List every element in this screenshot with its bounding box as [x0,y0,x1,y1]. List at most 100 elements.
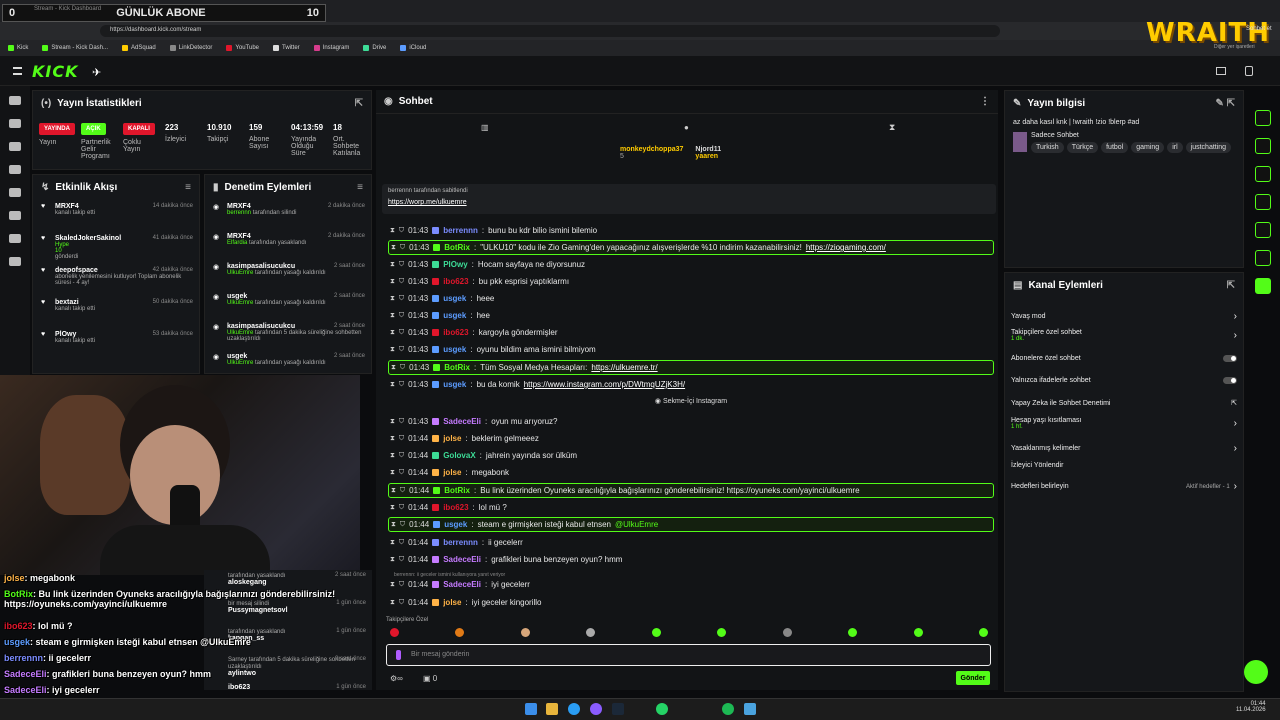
popout-icon[interactable]: ⇱ [1227,280,1235,291]
hourglass-icon[interactable]: ⧗ [390,312,395,320]
send-button[interactable]: Gönder [956,671,990,685]
message-user[interactable]: SadeceEli [443,417,481,426]
emote-icon[interactable] [913,628,923,637]
bookmark-adsquad[interactable]: AdSquad [122,45,156,51]
message-user[interactable]: usgek [443,345,466,354]
hourglass-icon[interactable]: ⧗ [390,452,395,460]
hourglass-icon[interactable]: ⧗ [391,487,396,495]
mic-icon[interactable] [396,650,401,660]
emote-icon[interactable] [782,628,792,637]
arrows-icon[interactable] [1255,194,1271,210]
chat-message[interactable]: ⧗ ⛉ 01:44 BotRix: Bu link üzerinden Oyuneks … [388,483,994,498]
bookmark-stream[interactable]: Stream - Kick Dash... [42,45,108,51]
activity-user[interactable]: PlOwy [55,331,76,338]
trash-icon[interactable]: ▥ [481,123,489,132]
moderation-item[interactable]: ◉ usgek 2 saat önce UlkuEmre tarafından yas… [213,353,365,373]
bookmark-twitter[interactable]: Twitter [273,45,300,51]
action-control[interactable] [1223,377,1237,384]
message-user[interactable]: ibo623 [443,503,468,512]
chat-message[interactable]: ⧗ ⛉ 01:43 ibo623: kargoyla göndermişler [388,325,994,340]
emote-icon[interactable] [978,628,988,637]
message-mention[interactable]: @UlkuEmre [615,520,658,529]
kick-logo[interactable]: KICK [32,62,79,81]
bookmark-linkdetector[interactable]: LinkDetector [169,45,212,51]
chat-message[interactable]: ⧗ ⛉ 01:44 jolse: beklerim gelmeeez [388,431,994,446]
moderation-user[interactable]: usgek [227,353,247,360]
hourglass-icon[interactable]: ⧗ [390,329,395,337]
hourglass-icon[interactable]: ⧗ [390,469,395,477]
channel-action[interactable]: Abonelere özel sohbet [1011,355,1237,362]
message-link[interactable]: https://ziogaming.com/ [806,243,886,252]
edit-icon[interactable]: ✎ ⇱ [1215,98,1235,109]
action-control[interactable]: › [1234,418,1237,429]
bookmark-youtube[interactable]: YouTube [226,45,259,51]
chat-message[interactable]: ⧗ ⛉ 01:43 usgek: oyunu bildim ama ismini bil… [388,342,994,357]
message-user[interactable]: jolse [443,598,461,607]
channel-action[interactable]: Yavaş mod › [1011,311,1237,322]
moderation-item[interactable]: ◉ kasimpasalisucukcu 2 saat önce UlkuEmre t… [213,323,365,347]
hourglass-icon[interactable]: ⧗ [390,295,395,303]
message-link[interactable]: https://ulkuemre.tr/ [591,363,657,372]
hourglass-icon[interactable]: ⧗ [390,504,395,512]
hourglass-icon[interactable]: ⧗ [390,346,395,354]
card-icon[interactable] [1255,138,1271,154]
edge-icon[interactable] [568,703,580,715]
message-user[interactable]: ibo623 [443,328,468,337]
moderation-item[interactable]: ◉ kasimpasalisucukcu 2 saat önce UlkuEmre t… [213,263,365,287]
emote-icon[interactable] [717,628,727,637]
stream-tag[interactable]: gaming [1131,142,1165,153]
chevron-right-icon[interactable]: › [1234,330,1237,341]
hourglass-icon[interactable]: ⧗ [391,364,396,372]
side-text-2[interactable]: Diğer yer işaretleri [1214,44,1255,50]
message-user[interactable]: ibo623 [443,277,468,286]
nav-chart-icon[interactable] [9,188,21,197]
message-user[interactable]: jolse [443,434,461,443]
spotify-icon[interactable] [722,703,734,715]
message-user[interactable]: PlOwy [443,260,467,269]
chat-message[interactable]: ⧗ ⛉ 01:44 berrennn: ii gecelerr [388,535,994,550]
moderation-item[interactable]: ◉ usgek 2 saat önce UlkuEmre tarafından yas… [213,293,365,317]
filter-icon[interactable]: ≡ [357,182,363,193]
message-user[interactable]: usgek [443,311,466,320]
chevron-right-icon[interactable]: › [1234,443,1237,454]
message-user[interactable]: jolse [443,468,461,477]
activity-item[interactable]: ♥ MRXF4 14 dakika önce kanalı takip etti [41,203,193,229]
message-user[interactable]: BotRix [444,486,470,495]
moderation-item[interactable]: ◉ MRXF4 2 dakika önce berrennn tarafından s… [213,203,365,227]
chat-message[interactable]: ⧗ ⛉ 01:43 usgek: heee [388,291,994,306]
chat-icon[interactable] [1255,166,1271,182]
moderation-user[interactable]: kasimpasalisucukcu [227,263,295,270]
chat-message[interactable]: ⧗ ⛉ 01:44 jolse: megabonk [388,465,994,480]
message-user[interactable]: berrennn [443,226,478,235]
channel-action[interactable]: Takipçilere özel sohbet 1 dk. › [1011,329,1237,342]
nav-trophy-icon[interactable] [9,165,21,174]
message-link[interactable]: https://www.instagram.com/p/DWtmqUZjK3H/ [524,380,685,389]
chat-message[interactable]: ⧗ ⛉ 01:44 SadeceEli: grafikleri buna benzeye… [388,552,994,567]
chat-message[interactable]: ⧗ ⛉ 01:43 usgek: hee [388,308,994,323]
start-icon[interactable] [525,703,537,715]
action-control[interactable]: › [1234,311,1237,322]
hourglass-icon[interactable]: ⧗ [390,278,395,286]
chat-message[interactable]: ⧗ ⛉ 01:43 BotRix: Tüm Sosyal Medya Hesapları… [388,360,994,375]
emote-icon[interactable] [651,628,661,637]
hourglass-icon[interactable]: ⧗ [390,435,395,443]
steam-icon[interactable] [612,703,624,715]
message-user[interactable]: berrennn [443,538,478,547]
message-user[interactable]: BotRix [444,363,470,372]
hourglass-icon[interactable]: ⧗ [390,227,395,235]
nav-stream-icon[interactable] [9,96,21,105]
hourglass-icon[interactable]: ⧗ [391,244,396,252]
phone-icon[interactable] [1245,66,1253,76]
chat-message[interactable]: ⧗ ⛉ 01:43 BotRix: "ULKU10" kodu ile Zio Gami… [388,240,994,255]
hourglass-icon[interactable]: ⧗ [391,521,396,529]
nav-users-icon[interactable] [9,234,21,243]
more-icon[interactable]: ⋮ [980,96,990,107]
nav-chat-icon[interactable] [9,142,21,151]
bookmark-instagram[interactable]: Instagram [313,45,349,51]
activity-user[interactable]: deepofspace [55,267,98,274]
action-control[interactable]: › [1234,443,1237,454]
browser-tab[interactable]: Stream - Kick Dashboard [34,6,101,12]
hourglass-icon[interactable]: ⧗ [390,381,395,389]
moderation-user[interactable]: usgek [227,293,247,300]
channel-action[interactable]: Yapay Zeka ile Sohbet Denetimi ⇱ [1011,399,1237,408]
